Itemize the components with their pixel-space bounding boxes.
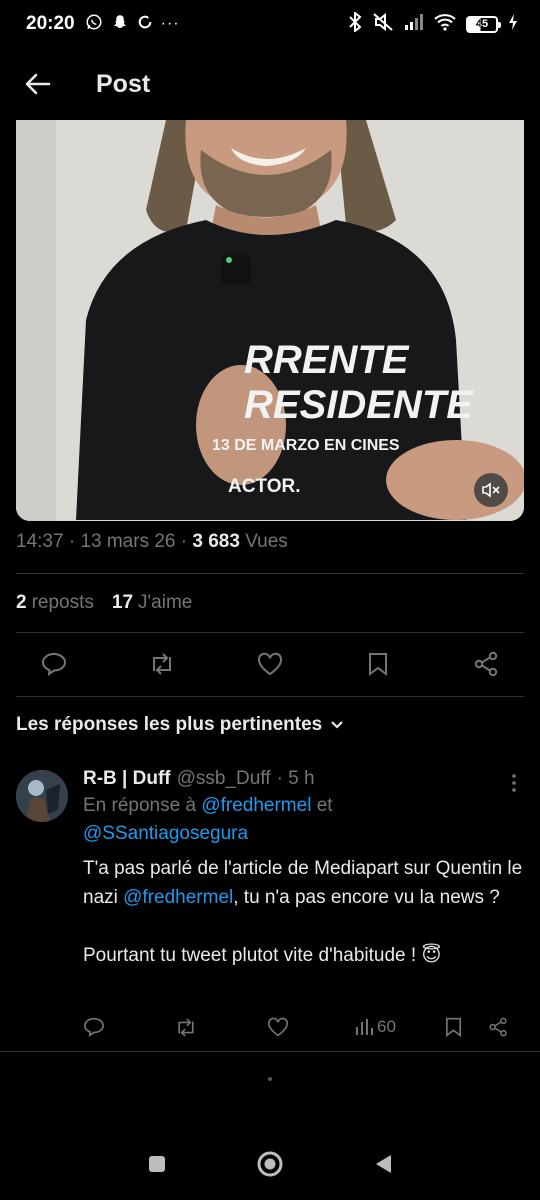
reply-button[interactable] (40, 650, 68, 678)
heart-icon (267, 1017, 289, 1037)
reply-text: T'a pas parlé de l'article de Mediapart … (83, 854, 524, 970)
post-meta: 14:37 · 13 mars 26 · 3 683 Vues (16, 531, 288, 553)
share-button[interactable] (472, 650, 500, 678)
comment-icon (83, 1017, 105, 1037)
reply-to-and: et (316, 795, 333, 816)
repost-icon (178, 1017, 194, 1037)
reply-header: R-B | Duff @ssb_Duff · 5 h (83, 768, 524, 790)
reposts-count: 2 (16, 592, 27, 613)
mention-link[interactable]: @SSantiagosegura (83, 823, 248, 844)
divider (0, 1051, 540, 1052)
avatar[interactable] (16, 770, 68, 822)
triangle-back-icon (376, 1155, 392, 1173)
avatar-image (16, 770, 68, 822)
mention-link[interactable]: @fredhermel (123, 887, 233, 908)
analytics-icon (356, 1019, 373, 1035)
square-icon (148, 1156, 165, 1172)
reply-like-button[interactable] (267, 1017, 289, 1037)
loading-indicator (268, 1077, 272, 1081)
shirt-text-line1: RRENTE (244, 338, 410, 382)
reply-text-part2: , tu n'a pas encore vu la news ? (233, 887, 500, 908)
bookmark-button[interactable] (364, 650, 392, 678)
comment-icon (41, 652, 67, 676)
mute-button[interactable] (474, 473, 508, 507)
share-icon (489, 1017, 507, 1037)
reply-views-button[interactable]: 60 (355, 1017, 396, 1037)
meta-separator: · (68, 531, 76, 552)
home-button[interactable] (250, 1144, 290, 1184)
divider (16, 573, 524, 574)
signal-icon (404, 13, 424, 35)
replies-sort-dropdown[interactable]: Les réponses les plus pertinentes (16, 714, 344, 736)
whatsapp-icon (85, 13, 103, 36)
bluetooth-icon (348, 10, 362, 37)
top-app-bar: Post (0, 48, 540, 120)
sort-label: Les réponses les plus pertinentes (16, 714, 323, 735)
more-options-button[interactable] (504, 772, 524, 794)
video-player[interactable]: RRENTE RESIDENTE 13 DE MARZO EN CINES AC… (16, 120, 524, 521)
system-back-button[interactable] (363, 1144, 403, 1184)
divider (16, 696, 524, 697)
more-vertical-icon (512, 774, 516, 792)
reply-bookmark-button[interactable] (445, 1017, 462, 1037)
post-action-bar (16, 641, 524, 687)
views-count: 3 683 (192, 531, 240, 552)
reply-reply-button[interactable] (83, 1017, 105, 1037)
repost-icon (153, 653, 171, 675)
wifi-icon (434, 13, 456, 36)
likes-count: 17 (111, 592, 134, 613)
shirt-text-line4: ACTOR. (228, 476, 300, 497)
sync-icon (137, 14, 153, 35)
volume-muted-icon (482, 482, 500, 498)
reply-to-prefix: En réponse à (83, 795, 197, 816)
reply-share-button[interactable] (488, 1017, 508, 1037)
shirt-text-line3: 13 DE MARZO EN CINES (212, 437, 400, 454)
chevron-down-icon (331, 721, 343, 729)
reply-time: · 5 h (276, 768, 315, 789)
meta-separator: · (180, 531, 188, 552)
reply-views-count: 60 (377, 1017, 396, 1036)
share-icon (474, 651, 498, 677)
page-title: Post (96, 69, 151, 98)
like-button[interactable] (256, 650, 284, 678)
reposts-label: reposts (31, 592, 94, 613)
post-time: 14:37 (16, 531, 64, 552)
battery-level: 45 (475, 18, 489, 30)
status-time: 20:20 (26, 13, 75, 34)
likes-label: J'aime (138, 592, 193, 613)
post-stats: 2 reposts 17 J'aime (16, 592, 192, 614)
heart-icon (257, 652, 283, 676)
views-label: Vues (245, 531, 288, 552)
video-frame: RRENTE RESIDENTE 13 DE MARZO EN CINES AC… (16, 120, 524, 521)
circle-home-icon (257, 1151, 283, 1177)
back-button[interactable] (0, 48, 76, 120)
battery-icon: 45 (466, 15, 501, 33)
bookmark-icon (446, 1017, 461, 1037)
reply-text-line2: Pourtant tu tweet plutot vite d'habitude… (83, 945, 417, 966)
reply-repost-button[interactable] (175, 1017, 197, 1037)
bookmark-icon (369, 653, 387, 676)
divider (16, 632, 524, 633)
reply-to-line: En réponse à @fredhermel et @SSantiagose… (83, 792, 524, 848)
arrow-left-icon (25, 73, 51, 95)
snapchat-icon (111, 13, 129, 36)
likes-link[interactable]: 17 J'aime (112, 592, 192, 614)
repost-button[interactable] (148, 650, 176, 678)
reply-action-bar: 60 (83, 1014, 524, 1040)
system-navigation-bar (0, 1128, 540, 1200)
charging-icon (508, 13, 518, 35)
shirt-text-line2: RESIDENTE (244, 383, 474, 427)
reply-author-handle[interactable]: @ssb_Duff (177, 768, 271, 790)
more-notifications-icon: ··· (160, 15, 180, 32)
reposts-link[interactable]: 2 reposts (16, 592, 94, 614)
silent-mode-icon (372, 12, 394, 37)
reply-author-name[interactable]: R-B | Duff (83, 768, 171, 790)
emoji-smiling-halo: 😇 (421, 945, 442, 966)
post-date: 13 mars 26 (80, 531, 176, 552)
mention-link[interactable]: @fredhermel (201, 795, 311, 816)
reply-content: R-B | Duff @ssb_Duff · 5 h En réponse à … (83, 768, 524, 1037)
recents-button[interactable] (137, 1144, 177, 1184)
status-bar: 20:20 ··· 45 (0, 0, 540, 48)
